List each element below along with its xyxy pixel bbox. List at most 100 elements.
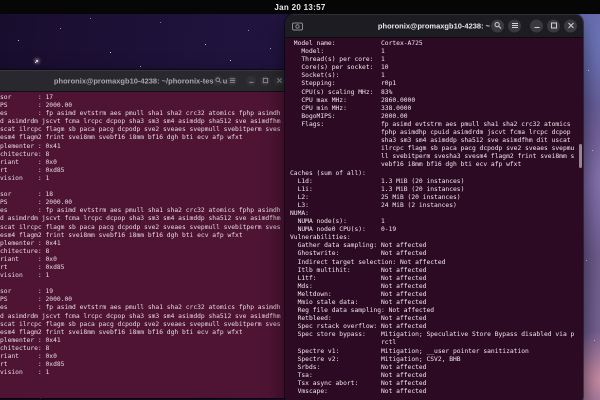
terminal-line: sor : 18 <box>0 191 54 199</box>
terminal-line: vision : 1 <box>0 174 50 182</box>
maximize-button[interactable] <box>547 19 560 32</box>
search-button[interactable] <box>491 19 504 32</box>
terminal-line: riant : 0x0 <box>0 353 57 360</box>
minimize-icon <box>533 22 541 30</box>
terminal-line: Spec rstack overflow: Not affected <box>290 323 427 331</box>
search-icon <box>214 77 222 84</box>
maximize-icon <box>262 77 269 84</box>
menu-icon <box>229 77 236 84</box>
terminal-line: NUMA node0 CPU(s): 0-19 <box>290 226 397 234</box>
terminal-line: L2: 25 MiB (20 instances) <box>290 193 461 201</box>
terminal-line: vision : 1 <box>0 369 50 377</box>
camera-icon[interactable] <box>292 21 303 30</box>
panel-clock[interactable]: Jan 20 13:57 <box>274 3 325 12</box>
close-icon <box>567 22 575 30</box>
terminal-line: esm4 flagm2 frint svei8mm svebf16 i8mm b… <box>0 231 243 239</box>
right-terminal-headerbar[interactable]: phoronix@promaxgb10-4238: ~ <box>285 14 583 38</box>
maximize-icon <box>550 22 558 30</box>
terminal-line: Retbleed: Not affected <box>290 315 427 323</box>
terminal-line: esm4 flagm2 frint svei8mm svebf16 i8mm b… <box>0 134 243 142</box>
terminal-line: Thread(s) per core: 1 <box>290 56 385 64</box>
search-button[interactable] <box>213 75 223 86</box>
terminal-line: Spec store bypass: Mitigation; Speculati… <box>290 331 575 339</box>
terminal-line: es : fp asimd evtstrm aes pmull sha1 sha… <box>0 110 281 118</box>
terminal-line: Reg file data sampling: Not affected <box>290 307 435 315</box>
terminal-line: riant : 0x0 <box>0 158 57 166</box>
cpuinfo-output: sor : 17 PS : 2000.00 es : fp asimd evtstr… <box>0 94 290 385</box>
top-panel[interactable]: Jan 20 13:57 <box>0 0 600 14</box>
lscpu-output: Model name: Cortex-A725 Model: 1 Thread(… <box>290 40 583 396</box>
right-terminal-output[interactable]: Model name: Cortex-A725 Model: 1 Thread(… <box>285 38 583 400</box>
shell-prompt: ix@promaxgb10-4238:~/phoronix-test-suite… <box>0 385 290 393</box>
minimize-button[interactable] <box>530 19 543 32</box>
terminal-line: PS : 2000.00 <box>0 102 73 110</box>
terminal-line: Itlb multihit: Not affected <box>290 266 427 274</box>
left-terminal-output[interactable]: sor : 17 PS : 2000.00 es : fp asimd evtstr… <box>0 92 290 398</box>
terminal-line: vebf16 i8mm bf16 dgh bti ecv afp wfxt <box>290 161 522 169</box>
terminal-line: plementer : 0x41 <box>0 239 61 247</box>
close-icon <box>276 77 283 84</box>
terminal-line: Model: 1 <box>290 48 385 56</box>
terminal-line: ll svebitperm svesha3 svesm4 flagm2 frin… <box>290 153 575 161</box>
terminal-line: PS : 2000.00 <box>0 199 73 207</box>
terminal-line: L1i: 1.3 MiB (20 instances) <box>290 185 465 193</box>
close-button[interactable] <box>564 19 577 32</box>
terminal-line: es : fp asimd evtstrm aes pmull sha1 sha… <box>0 304 281 312</box>
desktop: Jan 20 13:57 phoronix@promaxgb10-4238: ~… <box>0 0 600 400</box>
terminal-line: es : fp asimd evtstrm aes pmull sha1 sha… <box>0 207 281 215</box>
maximize-button[interactable] <box>260 75 270 86</box>
wallpaper-bright-star <box>36 60 38 62</box>
terminal-line: rt : 0xd85 <box>0 361 65 369</box>
terminal-line: L3: 24 MiB (2 instances) <box>290 201 457 209</box>
minimize-button[interactable] <box>246 75 256 86</box>
terminal-line: Core(s) per socket: 10 <box>290 64 389 72</box>
terminal-line: Mds: Not affected <box>290 282 427 290</box>
terminal-line: Flags: fp asimd evtstrm aes pmull sha1 s… <box>290 120 571 128</box>
terminal-line: CPU min MHz: 338.0000 <box>290 104 412 112</box>
terminal-line: Tsa: Not affected <box>290 371 427 379</box>
terminal-line: L1tf: Not affected <box>290 274 427 282</box>
terminal-line: Ghostwrite: Not affected <box>290 250 427 258</box>
search-icon <box>494 22 502 30</box>
menu-button[interactable] <box>227 75 237 86</box>
terminal-line: d asimdrdm jscvt fcma lrcpc dcpop sha3 s… <box>0 118 281 126</box>
terminal-line: Mmio stale data: Not affected <box>290 299 427 306</box>
menu-button[interactable] <box>508 19 521 32</box>
terminal-line: scat ilrcpc flagm sb paca pacg dcpodp sv… <box>0 223 281 231</box>
left-terminal-headerbar[interactable]: phoronix@promaxgb10-4238: ~/phoronix-tes… <box>0 70 290 92</box>
terminal-line: sor : 19 <box>0 288 54 296</box>
terminal-line: Vmscape: Not affected <box>290 388 427 396</box>
terminal-line: CPU max MHz: 2860.0000 <box>290 96 416 104</box>
terminal-line: Model name: Cortex-A725 <box>290 40 423 47</box>
terminal-line: NUMA: <box>290 209 309 217</box>
terminal-line: Vulnerabilities: <box>290 234 351 242</box>
terminal-line: riant : 0x0 <box>0 255 57 263</box>
terminal-line: BogoMIPS: 2000.00 <box>290 112 408 120</box>
terminal-line: sha3 sm3 sm4 asimddp sha512 sve asimdfhm… <box>290 137 571 145</box>
terminal-line: d asimdrdm jscvt fcma lrcpc dcpop sha3 s… <box>0 312 281 320</box>
terminal-line: rt : 0xd85 <box>0 166 65 174</box>
terminal-line: Caches (sum of all): <box>290 169 366 177</box>
terminal-line: Gather data sampling: Not affected <box>290 242 427 250</box>
terminal-line: Tsx async abort: Not affected <box>290 379 427 387</box>
scrollbar[interactable] <box>579 144 582 168</box>
menu-icon <box>511 22 519 30</box>
terminal-line: scat ilrcpc flagm sb paca pacg dcpodp sv… <box>0 320 281 328</box>
terminal-line: NUMA node(s): 1 <box>290 218 385 226</box>
terminal-line: fphp asimdhp cpuid asimdrdm jscvt fcma l… <box>290 129 571 137</box>
terminal-line: esm4 flagm2 frint svei8mm svebf16 i8mm b… <box>0 328 243 336</box>
terminal-line: Indirect target selection: Not affected <box>290 258 446 266</box>
close-button[interactable] <box>274 75 284 86</box>
terminal-line: Meltdown: Not affected <box>290 290 427 298</box>
terminal-line: scat ilrcpc flagm sb paca pacg dcpodp sv… <box>0 126 281 134</box>
terminal-window-phoronix-test-suite[interactable]: phoronix@promaxgb10-4238: ~/phoronix-tes… <box>0 70 290 398</box>
terminal-window-lscpu[interactable]: phoronix@promaxgb10-4238: ~ Model name: … <box>285 14 583 400</box>
terminal-line: L1d: 1.3 MiB (20 instances) <box>290 177 465 185</box>
terminal-line: plementer : 0x41 <box>0 142 61 150</box>
terminal-line: Socket(s): 1 <box>290 72 385 80</box>
terminal-line: CPU(s) scaling MHz: 83% <box>290 88 393 96</box>
terminal-line: Stepping: r0p1 <box>290 80 397 88</box>
terminal-line: chitecture: 8 <box>0 247 50 255</box>
